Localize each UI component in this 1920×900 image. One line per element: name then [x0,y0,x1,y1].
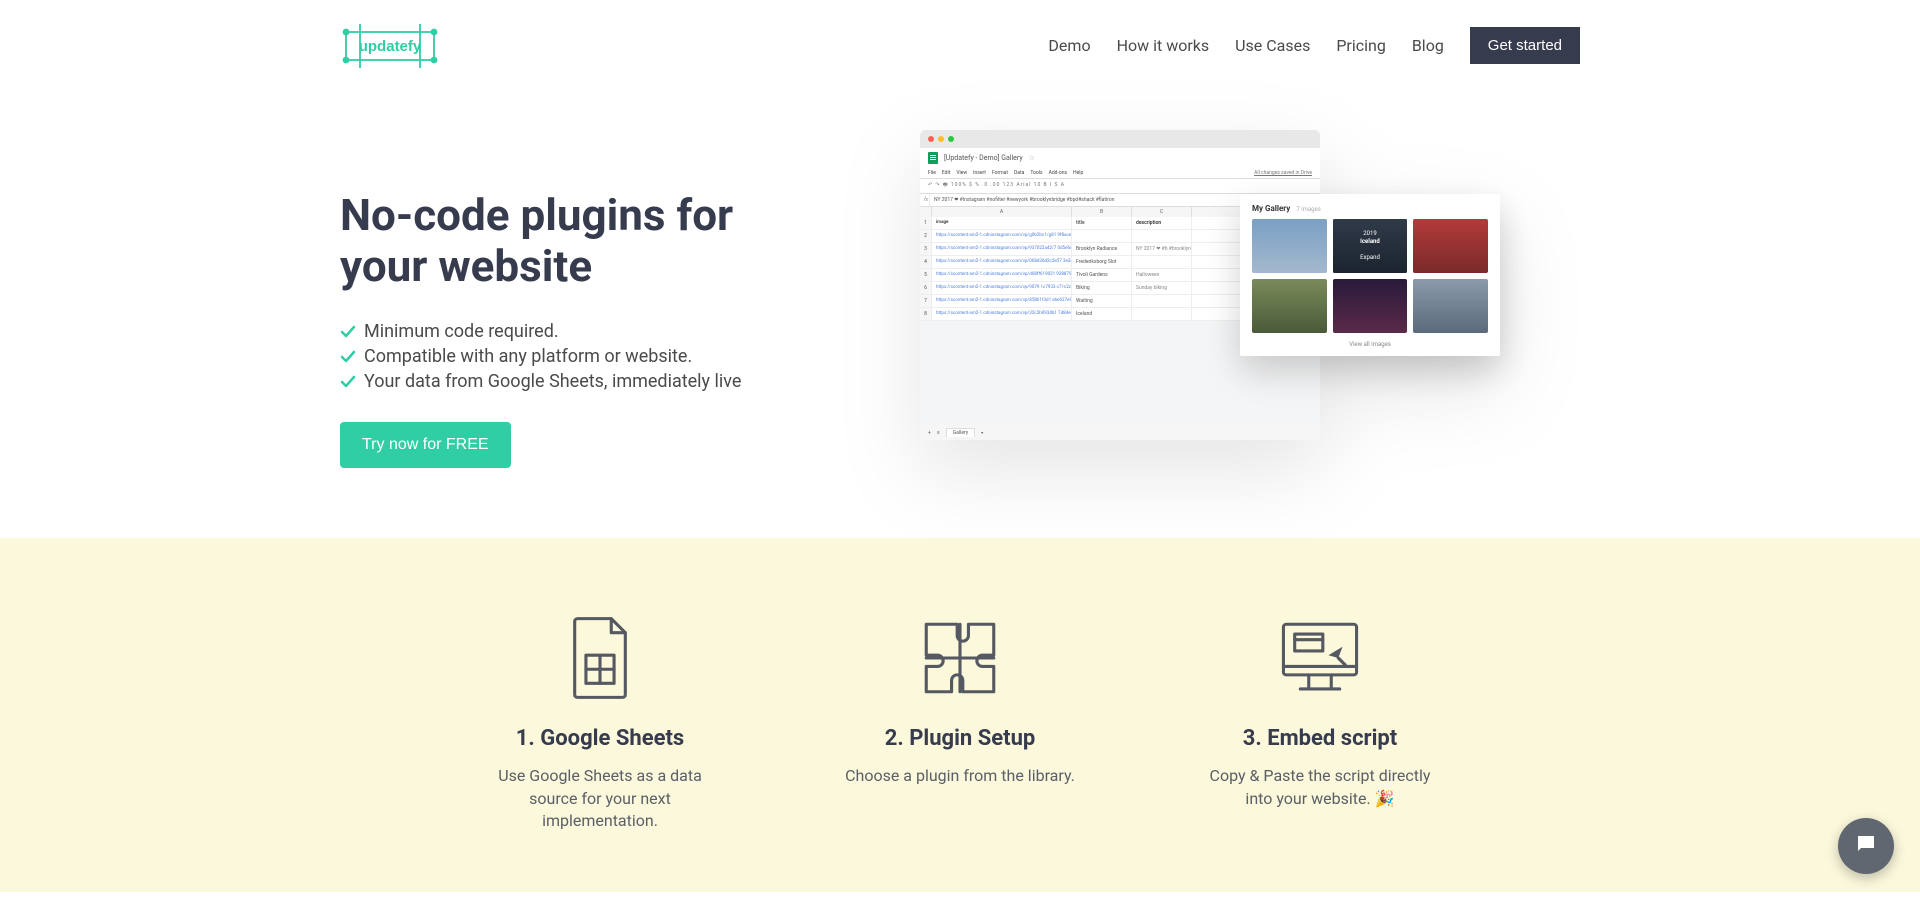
menu-addons: Add-ons [1049,170,1067,176]
cell [1132,308,1192,320]
gallery-title: My Gallery [1252,204,1290,213]
step-title: 3. Embed script [1205,726,1435,751]
how-it-works-section: 1. Google Sheets Use Google Sheets as a … [0,538,1920,892]
gallery-image [1413,279,1488,333]
overlay-year: 2019 [1363,230,1377,237]
cell [1072,230,1132,242]
step-description: Use Google Sheets as a data source for y… [485,765,715,832]
sheet-tab: Gallery [946,428,975,437]
step-description: Copy & Paste the script directly into yo… [1205,765,1435,810]
feature-item: Your data from Google Sheets, immediatel… [340,371,750,392]
gallery-image-overlay: 2019Iceland Expand [1333,219,1408,273]
step-google-sheets: 1. Google Sheets Use Google Sheets as a … [485,608,715,832]
gallery-footer: View all images [1252,341,1488,348]
menu-help: Help [1073,170,1083,176]
cell: Halloween [1132,269,1192,281]
cell: Iceland [1072,308,1132,320]
cell: https://scontent-am2-1.cdninstagram.com/… [932,282,1072,294]
feature-text: Minimum code required. [364,321,559,342]
menu-file: File [928,170,936,176]
gallery-image [1252,219,1327,273]
document-sheet-icon [485,608,715,708]
feature-list: Minimum code required. Compatible with a… [340,321,750,392]
sheet-toolbar: ↶ ↷ 🖶 100% $ % .0 .00 123 Arial 10 B I S… [920,179,1320,194]
cell: Brooklyn Radiance [1072,243,1132,255]
cell: https://scontent-am2-1.cdninstagram.com/… [932,308,1072,320]
cell: Waiting [1072,295,1132,307]
col-a: A [932,207,1072,217]
cell [1132,295,1192,307]
gallery-image [1333,279,1408,333]
chat-icon [1854,832,1878,860]
menu-data: Data [1014,170,1024,176]
step-title: 1. Google Sheets [485,726,715,751]
col-b: B [1072,207,1132,217]
check-icon [340,324,356,340]
cell: Frederiksborg Slot [1072,256,1132,268]
cell: https://scontent-am2-1.cdninstagram.com/… [932,295,1072,307]
get-started-button[interactable]: Get started [1470,27,1580,64]
google-sheets-icon [928,152,938,164]
nav-demo[interactable]: Demo [1048,36,1090,55]
hero-section: No-code plugins for your website Minimum… [340,90,1580,538]
gallery-count: 7 images [1296,206,1321,213]
step-embed-script: 3. Embed script Copy & Paste the script … [1205,608,1435,832]
site-header: updatefy Demo How it works Use Cases Pri… [340,0,1580,90]
monitor-embed-icon [1205,608,1435,708]
saved-indicator: All changes saved in Drive [1254,170,1312,176]
cell: https://scontent-am2-1.cdninstagram.com/… [932,269,1072,281]
sheet-title: [Updatefy - Demo] Gallery [944,154,1023,162]
cell [1132,230,1192,242]
menu-format: Format [992,170,1008,176]
nav-how-it-works[interactable]: How it works [1117,36,1210,55]
nav-blog[interactable]: Blog [1412,36,1444,55]
feature-item: Minimum code required. [340,321,750,342]
step-title: 2. Plugin Setup [845,726,1075,751]
mock-gallery-widget: My Gallery 7 images 2019IcelandExpand Vi [1240,194,1500,356]
cell: NY 2017 ❤ #b #brooklynbrid [1132,243,1192,255]
feature-text: Your data from Google Sheets, immediatel… [364,371,741,392]
window-controls [920,130,1320,148]
feature-text: Compatible with any platform or website. [364,346,692,367]
cell [1132,256,1192,268]
cell: https://scontent-am2-1.cdninstagram.com/… [932,243,1072,255]
overlay-title: Iceland [1360,238,1380,245]
cell: https://scontent-am2-1.cdninstagram.com/… [932,230,1072,242]
menu-insert: Insert [973,170,986,176]
check-icon [340,374,356,390]
col-c: C [1132,207,1192,217]
hdr-image: image [932,217,1072,229]
col-blank [920,207,932,217]
cell: Biking [1072,282,1132,294]
check-icon [340,349,356,365]
nav-pricing[interactable]: Pricing [1336,36,1386,55]
gallery-image [1252,279,1327,333]
hero-illustration: [Updatefy - Demo] Gallery ☆ File Edit Vi… [920,130,1410,460]
gallery-image [1413,219,1488,273]
brand-name: updatefy [359,38,422,55]
hdr-title: title [1072,217,1132,229]
nav-use-cases[interactable]: Use Cases [1235,36,1310,55]
try-free-button[interactable]: Try now for FREE [340,422,511,468]
feature-item: Compatible with any platform or website. [340,346,750,367]
chat-button[interactable] [1838,818,1894,874]
overlay-action: Expand [1360,254,1380,261]
step-plugin-setup: 2. Plugin Setup Choose a plugin from the… [845,608,1075,832]
hero-title: No-code plugins for your website [340,190,750,291]
cell: Sunday biking [1132,282,1192,294]
menu-edit: Edit [942,170,950,176]
puzzle-icon [845,608,1075,708]
main-nav: Demo How it works Use Cases Pricing Blog… [1048,27,1580,64]
step-description: Choose a plugin from the library. [845,765,1075,787]
hdr-desc: description [1132,217,1192,229]
menu-tools: Tools [1030,170,1042,176]
brand-logo[interactable]: updatefy [340,18,440,72]
menu-view: View [956,170,967,176]
cell: https://scontent-am2-1.cdninstagram.com/… [932,256,1072,268]
cell: Tivoli Gardens [1072,269,1132,281]
